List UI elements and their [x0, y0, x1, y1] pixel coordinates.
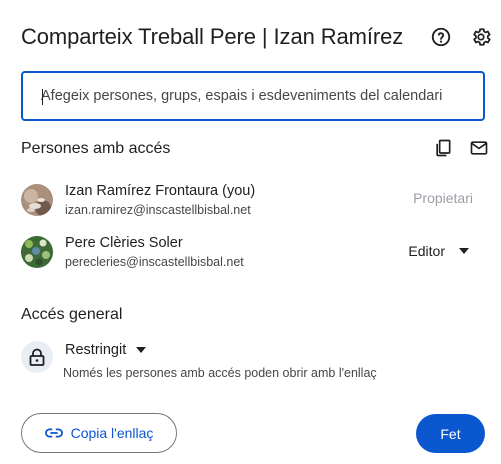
copy-link-label: Copia l'enllaç — [70, 425, 154, 441]
lock-icon — [29, 348, 45, 366]
person-email: izan.ramirez@inscastellbisbal.net — [65, 203, 251, 217]
person-email: perecleries@inscastellbisbal.net — [65, 255, 244, 269]
dialog-title: Comparteix Treball Pere | Izan Ramírez — [21, 24, 404, 49]
person-role: Propietari — [413, 190, 473, 206]
person-row: Izan Ramírez Frontaura (you) izan.ramire… — [21, 181, 481, 221]
gear-icon — [473, 28, 491, 46]
text-caret — [42, 89, 43, 105]
email-people-button[interactable] — [465, 134, 493, 162]
caret-down-icon — [136, 347, 147, 353]
role-dropdown[interactable]: Editor — [400, 237, 481, 265]
copy-icon — [436, 139, 451, 157]
copy-emails-button[interactable] — [429, 134, 457, 162]
help-circle-icon — [431, 27, 451, 47]
lock-badge — [21, 341, 53, 373]
share-input-box[interactable] — [21, 71, 485, 121]
general-access-dropdown[interactable]: Restringit — [65, 341, 147, 359]
general-access-heading: Accés general — [21, 306, 123, 323]
copy-link-button[interactable]: Copia l'enllaç — [21, 413, 177, 453]
general-access-level: Restringit — [65, 342, 127, 358]
settings-button[interactable] — [467, 23, 495, 51]
mail-icon — [470, 141, 488, 155]
caret-down-icon — [459, 248, 469, 254]
person-name: Pere Clèries Soler — [65, 235, 183, 251]
role-dropdown-label: Editor — [408, 243, 445, 259]
person-row: Pere Clèries Soler perecleries@inscastel… — [21, 233, 481, 273]
avatar — [21, 236, 53, 268]
link-icon — [44, 428, 63, 438]
people-with-access-heading: Persones amb accés — [21, 140, 171, 157]
help-button[interactable] — [427, 23, 455, 51]
done-button[interactable]: Fet — [416, 414, 485, 453]
add-people-input[interactable] — [41, 88, 483, 104]
general-access-description: Només les persones amb accés poden obrir… — [63, 366, 377, 380]
avatar — [21, 184, 53, 216]
person-name: Izan Ramírez Frontaura (you) — [65, 183, 256, 199]
